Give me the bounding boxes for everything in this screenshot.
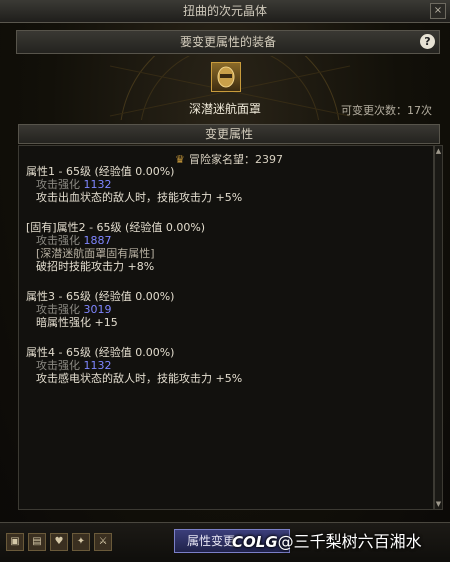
watermark: COLG@三千梨树六百湘水 <box>232 528 422 552</box>
equipment-header-label: 要变更属性的装备 <box>179 35 276 49</box>
attribute-title: 属性1 - 65级 (经验值 0.00%) <box>26 165 175 178</box>
sub-value: 3019 <box>83 303 112 316</box>
scroll-down-arrow-icon[interactable]: ▼ <box>435 500 442 508</box>
attribute-sub: 攻击强化 1887 <box>26 234 205 247</box>
attribute-block-3: 属性3 - 65级 (经验值 0.00%) 攻击强化 3019 暗属性强化 +1… <box>26 290 174 329</box>
attribute-effect: 暗属性强化 +15 <box>36 316 118 329</box>
attribute-scrollbar[interactable]: ▲ ▼ <box>434 145 443 510</box>
equipment-header: 要变更属性的装备 ? <box>16 30 440 54</box>
attribute-title: [固有]属性2 - 65级 (经验值 0.00%) <box>26 221 206 234</box>
helmet-icon <box>217 66 235 88</box>
window-title: 扭曲的次元晶体 <box>182 4 267 18</box>
attribute-effect: 攻击感电状态的敌人时，技能攻击力 +5% <box>36 372 243 385</box>
attribute-block-4: 属性4 - 65级 (经验值 0.00%) 攻击强化 1132 攻击感电状态的敌… <box>26 346 242 385</box>
attribute-effect: 攻击出血状态的敌人时，技能攻击力 +5% <box>36 191 243 204</box>
sub-label: 攻击强化 <box>36 234 80 247</box>
attribute-sub: 攻击强化 1132 <box>26 178 242 191</box>
watermark-logo: COLG <box>232 533 278 551</box>
attribute-block-2: [固有]属性2 - 65级 (经验值 0.00%) 攻击强化 1887 [深潜迷… <box>26 221 205 273</box>
equipment-slot-icon[interactable] <box>211 62 241 92</box>
window-titlebar: 扭曲的次元晶体 × <box>0 0 450 23</box>
attribute-title: 属性4 - 65级 (经验值 0.00%) <box>26 346 175 359</box>
scroll-up-arrow-icon[interactable]: ▲ <box>435 147 442 155</box>
attribute-block-1: 属性1 - 65级 (经验值 0.00%) 攻击强化 1132 攻击出血状态的敌… <box>26 165 242 204</box>
quickslot-icon-4[interactable]: ✦ <box>72 533 90 551</box>
quickslot-icon-1[interactable]: ▣ <box>6 533 24 551</box>
sub-value: 1132 <box>83 178 112 191</box>
watermark-text: @三千梨树六百湘水 <box>277 532 422 551</box>
sub-value: 1887 <box>83 234 112 247</box>
sub-label: 攻击强化 <box>36 359 80 372</box>
sub-label: 攻击强化 <box>36 178 80 191</box>
sub-label: 攻击强化 <box>36 303 80 316</box>
attribute-title: 属性3 - 65级 (经验值 0.00%) <box>26 290 175 303</box>
attribute-effect: 破招时技能攻击力 +8% <box>36 260 155 273</box>
change-attributes-header: 变更属性 <box>18 124 440 144</box>
attribute-fixed-note: [深潜迷航面罩固有属性] <box>36 247 155 260</box>
crystal-window: 扭曲的次元晶体 × 要变更属性的装备 ? 深潜迷航面罩 可变更次数：17次 变更… <box>0 0 450 562</box>
quickslot-icon-3[interactable]: ♥ <box>50 533 68 551</box>
attribute-sub: 攻击强化 1132 <box>26 359 242 372</box>
attribute-sub: 攻击强化 3019 <box>26 303 174 316</box>
close-icon[interactable]: × <box>430 3 446 19</box>
help-icon[interactable]: ? <box>420 34 435 49</box>
quickslot-icon-2[interactable]: ▤ <box>28 533 46 551</box>
sub-value: 1132 <box>83 359 112 372</box>
quickslot-icon-5[interactable]: ⚔ <box>94 533 112 551</box>
change-count: 可变更次数：17次 <box>341 104 432 117</box>
